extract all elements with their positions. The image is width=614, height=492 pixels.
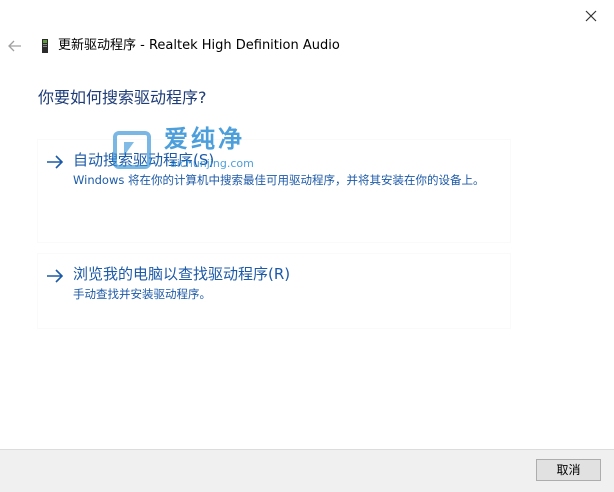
close-icon — [585, 10, 597, 21]
cancel-button[interactable]: 取消 — [536, 459, 601, 481]
close-button[interactable] — [568, 0, 614, 31]
dialog-footer: 取消 — [0, 449, 614, 492]
audio-device-icon — [42, 39, 48, 53]
auto-search-option[interactable]: 自动搜索驱动程序(S) Windows 将在你的计算机中搜索最佳可用驱动程序，并… — [38, 140, 510, 242]
window-title: 更新驱动程序 - Realtek High Definition Audio — [58, 38, 340, 53]
watermark-url: aichunjing.com — [170, 157, 254, 170]
browse-computer-title: 浏览我的电脑以查找驱动程序(R) — [73, 265, 291, 283]
watermark-logo-icon — [113, 131, 151, 169]
watermark-text: 爱纯净 — [164, 125, 245, 153]
arrow-right-icon — [47, 269, 64, 283]
page-title: 你要如何搜索驱动程序? — [38, 88, 207, 107]
browse-computer-description: 手动查找并安装驱动程序。 — [73, 287, 211, 301]
browse-computer-option[interactable]: 浏览我的电脑以查找驱动程序(R) 手动查找并安装驱动程序。 — [38, 254, 510, 328]
arrow-right-icon — [47, 155, 64, 169]
back-arrow-icon — [8, 40, 21, 52]
back-button[interactable] — [2, 34, 28, 58]
watermark: 爱纯净 aichunjing.com — [110, 125, 270, 176]
